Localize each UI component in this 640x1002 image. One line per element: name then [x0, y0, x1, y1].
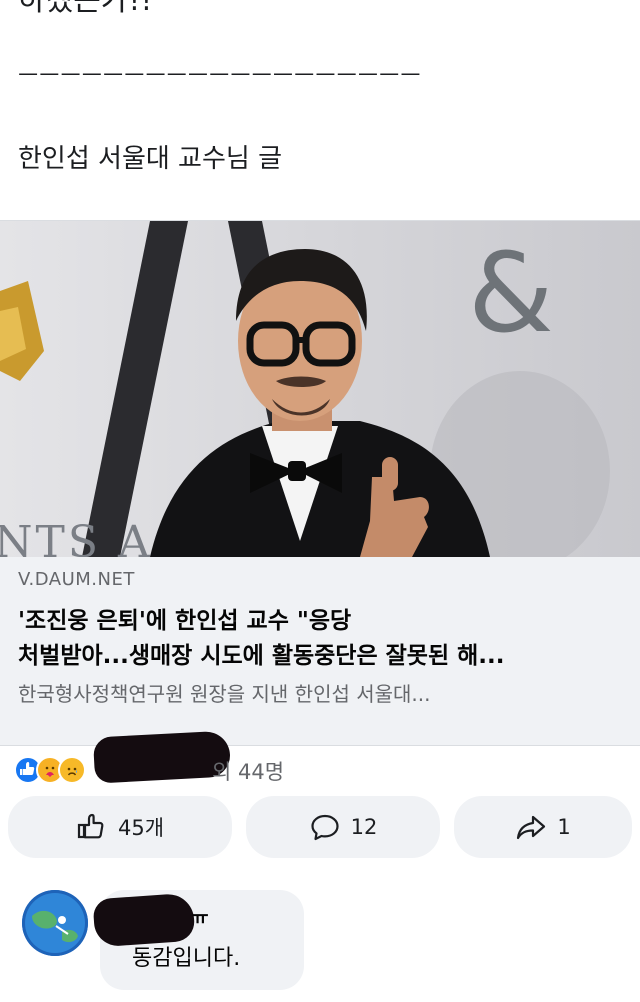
- like-button[interactable]: 45개: [8, 796, 232, 858]
- link-preview-card[interactable]: & NTS A V.DAUM.NET '조진웅 은퇴'에 한인섭 교수 "응당 …: [0, 220, 640, 746]
- link-domain: V.DAUM.NET: [18, 569, 135, 590]
- comment-count: 12: [350, 815, 378, 839]
- sad-icon: [58, 756, 86, 784]
- comment-icon: [309, 812, 341, 842]
- globe-avatar-icon: [22, 890, 88, 956]
- like-count: 45개: [117, 816, 165, 840]
- post-body-line: 한인섭 서울대 교수님 글: [18, 144, 282, 174]
- link-preview-photo[interactable]: & NTS A: [0, 221, 640, 557]
- photo-illustration: & NTS A: [0, 221, 640, 557]
- avatar[interactable]: [22, 890, 88, 956]
- thumbs-up-icon: [76, 812, 108, 842]
- share-count: 1: [557, 815, 571, 839]
- photo-ampersand: &: [468, 229, 554, 357]
- comment-item: ㅠ 동감입니다.: [0, 872, 640, 1002]
- comment-text: 동감입니다.: [132, 946, 241, 971]
- link-headline-line-2: 처벌받아...생매장 시도에 활동중단은 잘못된 해...: [18, 643, 505, 669]
- link-description: 한국형사정책연구원 원장을 지낸 한인섭 서울대...: [18, 682, 431, 706]
- redacted-name: [92, 730, 232, 784]
- post-divider: ㅡㅡㅡㅡㅡㅡㅡㅡㅡㅡㅡㅡㅡㅡㅡㅡㅡㅡㅡ: [18, 64, 422, 89]
- share-icon: [515, 812, 547, 842]
- link-headline-line-1: '조진웅 은퇴'에 한인섭 교수 "응당: [18, 608, 352, 634]
- post-actions: 45개 12 1: [8, 796, 632, 858]
- photo-banner-text: NTS A: [0, 517, 153, 557]
- share-button[interactable]: 1: [454, 796, 632, 858]
- comment-button[interactable]: 12: [246, 796, 440, 858]
- link-headline[interactable]: '조진웅 은퇴'에 한인섭 교수 "응당 처벌받아...생매장 시도에 활동중단…: [18, 604, 628, 674]
- commenter-name-tail: ㅠ: [192, 908, 209, 929]
- reaction-count[interactable]: 외 44명: [212, 756, 284, 786]
- comment-bubble[interactable]: ㅠ 동감입니다.: [92, 890, 304, 990]
- reactions-summary[interactable]: 외 44명: [14, 730, 626, 788]
- post-text-cut-line: 하겠는가!!: [18, 0, 153, 18]
